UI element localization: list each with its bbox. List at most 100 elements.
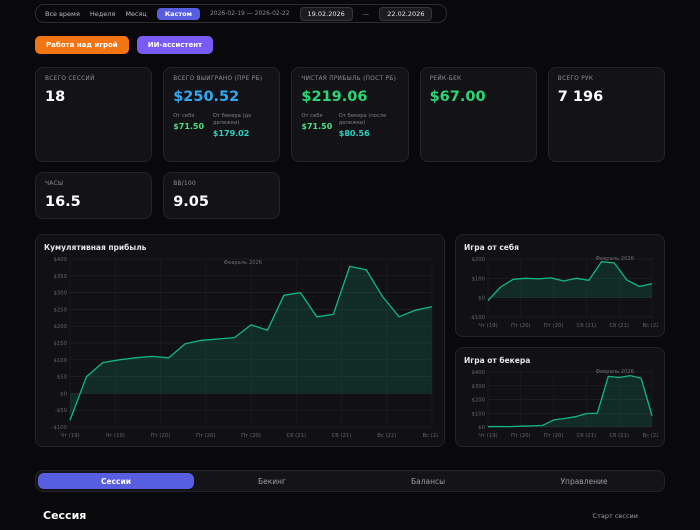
svg-text:$0: $0 [478,425,485,431]
svg-text:$300: $300 [54,291,68,297]
start-session-label[interactable]: Старт сессии [593,512,665,520]
poker-dashboard: Все время Неделя Месяц Кастом 2026-02-19… [0,0,700,530]
svg-text:-$50: -$50 [55,408,68,414]
bottom-tab-bar: Сессии Бекинг Балансы Управление [35,470,665,492]
svg-text:$350: $350 [54,274,68,280]
stat-sub-backer: От бекера (до дележки) $179.02 [213,113,271,138]
svg-text:$100: $100 [472,411,486,417]
svg-text:Пт (20): Пт (20) [511,323,531,329]
tab-sessions[interactable]: Сессии [38,473,194,489]
ai-assistant-button[interactable]: ИИ-ассистент [136,36,214,54]
svg-text:$150: $150 [54,341,68,347]
svg-text:Чт (19): Чт (19) [60,433,79,439]
svg-text:Пт (20): Пт (20) [241,433,261,439]
svg-text:Чт (19): Чт (19) [478,323,497,329]
svg-text:$50: $50 [57,375,68,381]
date-range-text: 2026-02-19 — 2026-02-22 [209,10,290,17]
stat-card-total-sessions: ВСЕГО СЕССИЙ 18 [35,67,153,162]
self-play-chart: Игра от себя Февраль 2026 $200 $100 $0 -$10… [455,234,665,337]
stat-card-total-won-pre-rb: ВСЕГО ВЫИГРАНО (ПРЕ РБ) $250.52 От себя … [163,67,281,162]
svg-text:Сб (21): Сб (21) [609,323,629,329]
stat-sub-backer: От бекера (после дележки) $80.56 [339,113,399,138]
backer-play-plot: $400 $300 $200 $100 $0 Чт (19) Пт (20) Пт (20) С… [472,370,662,439]
svg-text:$0: $0 [478,296,485,302]
session-section-header: Сессия Старт сессии [35,509,665,522]
tab-backing[interactable]: Бекинг [194,473,350,489]
svg-text:Сб (21): Сб (21) [609,433,629,439]
svg-text:Вс (22): Вс (22) [377,433,396,439]
svg-text:Вс (22): Вс (22) [642,433,658,439]
chart-month-label: Февраль 2026 [595,369,634,375]
stat-sub-self: От себя $71.50 [301,113,333,138]
stat-sub-label: От бекера (до дележки) [212,112,252,126]
stat-label: ВСЕГО РУК [557,76,594,82]
stat-label: ВСЕГО СЕССИЙ [45,76,95,82]
stats-row-1: ВСЕГО СЕССИЙ 18 ВСЕГО ВЫИГРАНО (ПРЕ РБ) … [35,67,665,162]
svg-text:Пт (20): Пт (20) [511,433,531,439]
stat-value: 9.05 [173,193,209,210]
charts-section: Кумулятивная прибыль Февраль 2026 $400 $3… [35,234,665,447]
self-play-plot: $200 $100 $0 -$100 Чт (19) Пт (20) Пт (20) Сб (… [470,257,662,329]
stat-value: 16.5 [45,193,81,210]
stat-value: $67.00 [429,88,486,105]
stat-sub-label: От себя [173,112,195,119]
svg-text:$100: $100 [472,276,486,282]
filter-week[interactable]: Неделя [90,10,115,18]
svg-text:$300: $300 [472,384,486,390]
svg-text:$200: $200 [54,324,68,330]
cumulative-profit-chart: Кумулятивная прибыль Февраль 2026 $400 $3… [35,234,445,447]
stat-value: 7 196 [557,88,604,105]
svg-text:$400: $400 [472,370,486,376]
stat-card-rakeback: РЕЙК-БЕК $67.00 [419,67,537,162]
stat-sub-self: От себя $71.50 [173,112,205,138]
action-row: Работа над игрой ИИ-ассистент [35,36,665,54]
stat-sub-row: От себя $71.50 От бекера (после дележки)… [301,113,398,138]
svg-text:Чт (19): Чт (19) [478,433,497,439]
tab-management[interactable]: Управление [506,473,662,489]
stat-sub-value: $71.50 [301,121,333,131]
svg-text:-$100: -$100 [52,425,68,431]
stat-value: $219.06 [301,88,368,105]
date-from-input[interactable]: 19.02.2026 [299,6,353,21]
work-on-game-button[interactable]: Работа над игрой [35,36,129,54]
chart-month-label: Февраль 2026 [595,256,634,262]
svg-text:$200: $200 [472,257,486,263]
filter-toolbar: Все время Неделя Месяц Кастом 2026-02-19… [35,4,447,23]
svg-text:Пт (20): Пт (20) [151,433,171,439]
stats-row-2: ЧАСЫ 16.5 BB/100 9.05 [35,172,665,219]
stat-card-hours: ЧАСЫ 16.5 [35,172,153,219]
stat-label: ВСЕГО ВЫИГРАНО (ПРЕ РБ) [173,76,263,82]
stat-sub-row: От себя $71.50 От бекера (до дележки) $1… [173,113,270,138]
stat-sub-value: $71.50 [173,121,205,131]
stat-value: $250.52 [173,88,240,105]
tab-balances[interactable]: Балансы [350,473,506,489]
stat-value: 18 [45,88,66,105]
filter-all-time[interactable]: Все время [45,10,80,18]
svg-text:Вс (22): Вс (22) [422,433,438,439]
date-separator: — [362,9,370,18]
svg-text:Сб (21): Сб (21) [287,433,307,439]
chart-title: Игра от себя [464,243,519,252]
svg-text:Вс (22): Вс (22) [642,323,658,329]
filter-custom[interactable]: Кастом [156,7,200,20]
chart-title: Кумулятивная прибыль [44,243,147,252]
svg-text:$100: $100 [54,358,68,364]
session-section-title: Сессия [43,509,87,522]
date-to-input[interactable]: 22.02.2026 [379,6,433,21]
stat-label: РЕЙК-БЕК [429,76,462,82]
svg-text:Пт (20): Пт (20) [196,433,216,439]
filter-month[interactable]: Месяц [125,10,147,18]
stat-sub-value: $80.56 [338,128,370,138]
chart-month-label: Февраль 2026 [223,260,263,266]
svg-text:$250: $250 [54,307,68,313]
svg-text:Чт (19): Чт (19) [106,433,125,439]
stat-card-total-hands: ВСЕГО РУК 7 196 [547,67,665,162]
stat-label: BB/100 [173,181,196,187]
stat-sub-value: $179.02 [212,128,250,138]
side-charts-column: Игра от себя Февраль 2026 $200 $100 $0 -$10… [455,234,665,447]
svg-text:-$100: -$100 [470,315,486,321]
cumulative-profit-plot: $400 $350 $300 $250 $200 $150 $100 $50 $0 -$50 -$1… [52,257,442,439]
svg-text:$400: $400 [54,257,68,263]
svg-text:Пт (20): Пт (20) [544,433,564,439]
svg-text:Сб (21): Сб (21) [577,433,597,439]
